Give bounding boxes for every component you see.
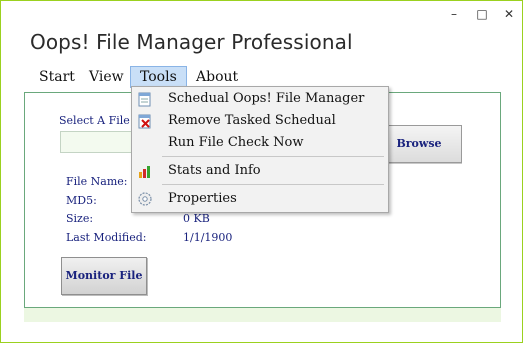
maximize-button[interactable]: □ xyxy=(472,7,492,21)
size-value: 0 KB xyxy=(183,212,210,225)
schedule-icon xyxy=(138,92,151,107)
tools-dropdown-menu: Schedual Oops! File Manager Remove Taske… xyxy=(131,86,389,213)
remove-schedule-icon xyxy=(138,114,151,129)
menu-item-label: Remove Tasked Schedual xyxy=(168,113,336,128)
file-name-label: File Name: xyxy=(66,175,128,188)
stats-chart-icon xyxy=(139,166,150,178)
last-modified-label: Last Modified: xyxy=(66,231,147,244)
monitor-file-button[interactable]: Monitor File xyxy=(61,257,147,295)
menu-about[interactable]: About xyxy=(187,66,247,88)
md5-label: MD5: xyxy=(66,194,97,207)
menu-item-label: Schedual Oops! File Manager xyxy=(168,91,365,106)
menu-start[interactable]: Start xyxy=(30,66,84,88)
menu-item-stats[interactable]: Stats and Info xyxy=(132,160,388,182)
last-modified-value: 1/1/1900 xyxy=(183,231,233,244)
menu-separator xyxy=(162,156,384,157)
size-label: Size: xyxy=(66,212,94,225)
menu-item-label: Stats and Info xyxy=(168,163,261,178)
status-strip xyxy=(24,308,501,322)
title-bar[interactable]: – □ ✕ xyxy=(1,1,522,27)
select-file-label: Select A File T xyxy=(59,114,141,127)
app-title: Oops! File Manager Professional xyxy=(30,30,353,54)
minimize-button[interactable]: – xyxy=(444,7,464,21)
gear-icon xyxy=(138,192,152,206)
menu-item-schedule[interactable]: Schedual Oops! File Manager xyxy=(132,88,388,110)
close-button[interactable]: ✕ xyxy=(499,7,519,21)
menu-separator xyxy=(162,184,384,185)
menu-item-label: Run File Check Now xyxy=(168,135,304,150)
menu-item-remove-schedule[interactable]: Remove Tasked Schedual xyxy=(132,110,388,132)
menu-view[interactable]: View xyxy=(80,66,133,88)
menu-item-label: Properties xyxy=(168,191,237,206)
menu-item-properties[interactable]: Properties xyxy=(132,188,388,210)
menu-item-run-check[interactable]: Run File Check Now xyxy=(132,132,388,154)
menu-tools[interactable]: Tools xyxy=(130,66,187,88)
